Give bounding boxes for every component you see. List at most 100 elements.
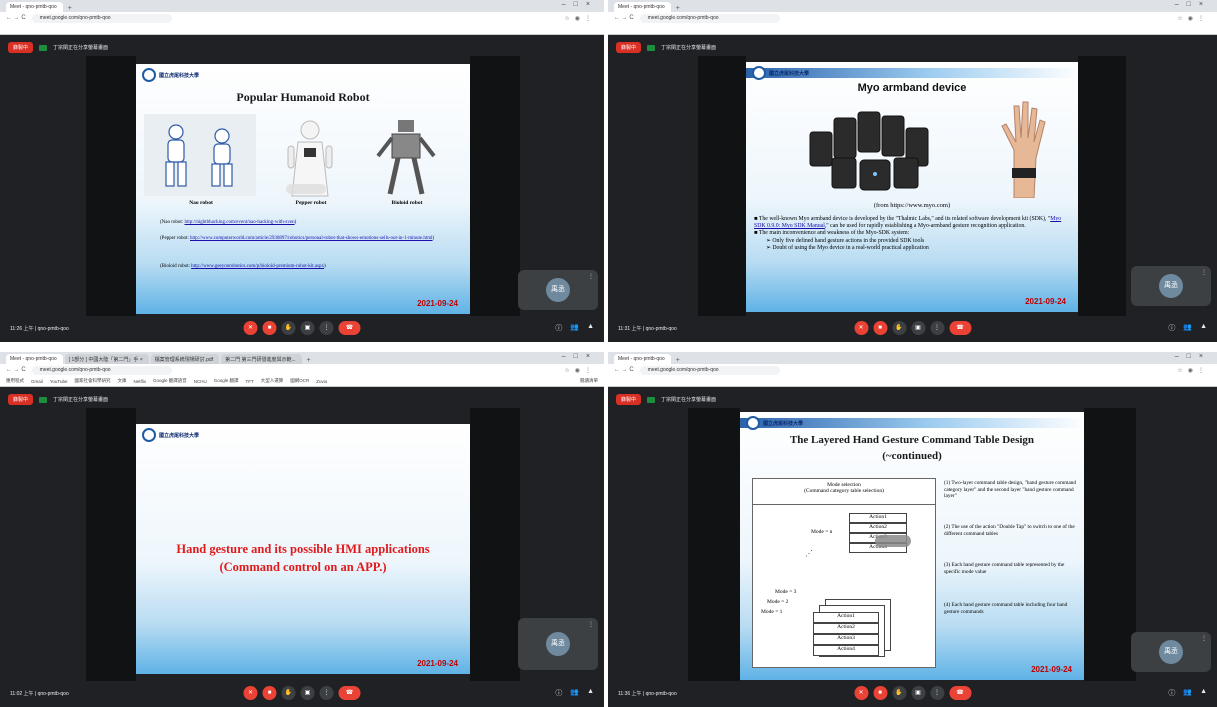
participant-tile[interactable]: ⋮ 禹丞 [1131,632,1211,672]
bookmark[interactable]: 國家社會科學研究 [74,378,110,384]
window-controls-icon[interactable]: –□× [562,1,598,8]
reading-list[interactable]: 閱讀清單 [580,378,598,384]
browser-tab[interactable]: Meet - qno-pmtb-qoo [614,2,671,12]
nao-link[interactable]: http://nightbhacking.com/event/nao-hacki… [184,220,294,225]
bookmark[interactable]: NCHU [194,379,207,384]
slide-date: 2021-09-24 [1031,665,1072,674]
new-tab-icon[interactable]: + [673,5,683,12]
presenting-bar: 錄製中 丁宗閔正在分享螢幕畫面 [616,42,716,53]
mic-off-button[interactable]: ✕ [854,321,868,335]
more-options-button[interactable]: ⋮ [319,321,334,335]
address-bar[interactable]: meet.google.com/qno-pmtb-qoo [31,13,172,23]
new-tab-icon[interactable]: + [304,357,314,364]
link-suffix: ) [294,220,297,225]
end-call-button[interactable]: ☎ [949,686,971,700]
people-icon[interactable]: 👥 [570,688,579,698]
window-controls-icon[interactable]: –□× [1175,1,1211,8]
address-bar[interactable]: meet.google.com/qno-pmtb-qoo [639,13,780,23]
more-options-button[interactable]: ⋮ [930,321,944,335]
bookmark[interactable]: Google 翻譯語音 [153,378,187,384]
omnibox-row: ← → C meet.google.com/qno-pmtb-qoo ☆◉⋮ [608,364,1217,376]
participant-tile[interactable]: ⋮ 禹丞 [1131,266,1211,306]
bookmark[interactable]: 文庫 [117,378,126,384]
institution-name: 國立虎尾科技大學 [159,72,200,79]
nav-arrows-icon[interactable]: ← → C [614,15,634,21]
extensions-icon[interactable]: ☆◉⋮ [564,367,596,374]
info-icon[interactable]: ⓘ [555,323,562,333]
mic-off-button[interactable]: ✕ [243,321,258,335]
raise-hand-button[interactable]: ✋ [281,321,296,335]
present-button[interactable]: ▣ [911,686,925,700]
window-controls-icon[interactable]: –□× [1175,353,1211,360]
browser-tab[interactable]: 第二門 第三門研發進度與示範... [221,354,302,364]
new-tab-icon[interactable]: + [673,357,683,364]
present-button[interactable]: ▣ [300,686,315,700]
info-icon[interactable]: ⓘ [555,688,562,698]
camera-off-button[interactable]: ■ [873,686,887,700]
info-icon[interactable]: ⓘ [1168,323,1175,333]
participant-tile[interactable]: ⋮ 禹丞 [518,618,598,670]
camera-off-button[interactable]: ■ [262,321,277,335]
address-bar[interactable]: meet.google.com/qno-pmtb-qoo [31,365,172,375]
mic-off-button[interactable]: ✕ [854,686,868,700]
recording-badge: 錄製中 [616,42,642,53]
slide-title: Popular Humanoid Robot [236,90,370,104]
camera-off-button[interactable]: ■ [262,686,277,700]
browser-tab[interactable]: Meet - qno-pmtb-qoo [6,354,63,364]
pepper-link[interactable]: http://www.computerworld.com/article/293… [190,236,433,241]
bookmark[interactable]: Zuvio [316,379,327,384]
browser-chrome: Meet - qno-pmtb-qoo + –□× ← → C meet.goo… [608,0,1217,35]
people-icon[interactable]: 👥 [1183,688,1192,698]
bookmark[interactable]: Netflix [133,379,146,384]
end-call-button[interactable]: ☎ [338,321,361,335]
mode-selection-subtitle: (Command category table selection) [804,488,884,494]
bookmark[interactable]: TFT [246,379,254,384]
activities-icon[interactable]: ▲ [1200,323,1207,333]
info-icon[interactable]: ⓘ [1168,688,1175,698]
present-button[interactable]: ▣ [911,321,925,335]
presenting-label: 丁宗閔正在分享螢幕畫面 [661,45,717,51]
bookmark[interactable]: Google 翻譯 [214,378,239,384]
bookmark[interactable]: 應用程式 [6,378,24,384]
bookmark[interactable]: 大型人運算 [261,378,284,384]
browser-tab[interactable]: [ 1部分 ] 中國大陸「第二門」手 × [64,354,149,364]
participant-tile[interactable]: ⋮ 禹丞 [518,270,598,310]
bookmark[interactable]: Gmail [31,379,43,384]
nav-arrows-icon[interactable]: ← → C [614,367,634,373]
side-controls: ⓘ 👥 ▲ [555,688,594,698]
bookmark[interactable]: YouTube [50,379,68,384]
more-options-button[interactable]: ⋮ [319,686,334,700]
raise-hand-button[interactable]: ✋ [892,321,906,335]
camera-off-button[interactable]: ■ [873,321,887,335]
sub-bullet-2: ➢ Doubt of using the Myo device in a rea… [766,244,929,251]
raise-hand-button[interactable]: ✋ [281,686,296,700]
more-options-button[interactable]: ⋮ [930,686,944,700]
people-icon[interactable]: 👥 [1183,323,1192,333]
diagram: Mode selection (Command category table s… [752,478,936,668]
extensions-icon[interactable]: ☆◉⋮ [1177,15,1209,22]
nav-arrows-icon[interactable]: ← → C [6,15,26,21]
meeting-info: 11:02 上午 | qno-pmtb-qoo [10,691,69,697]
activities-icon[interactable]: ▲ [587,323,594,333]
new-tab-icon[interactable]: + [65,5,75,12]
mic-off-button[interactable]: ✕ [243,686,258,700]
address-bar[interactable]: meet.google.com/qno-pmtb-qoo [639,365,780,375]
present-button[interactable]: ▣ [300,321,315,335]
people-icon[interactable]: 👥 [570,323,579,333]
end-call-button[interactable]: ☎ [338,686,361,700]
bioloid-link[interactable]: http://www.geeyonrobotics.com/p/bioloid-… [191,264,324,269]
extensions-icon[interactable]: ☆◉⋮ [564,15,596,22]
activities-icon[interactable]: ▲ [587,688,594,698]
raise-hand-button[interactable]: ✋ [892,686,906,700]
browser-tab[interactable]: 檔案管理系統現場研討.pdf [150,354,220,364]
activities-icon[interactable]: ▲ [1200,688,1207,698]
action-cell: Action2 [849,523,907,533]
slide-heading-2: (Command control on an APP.) [219,560,387,574]
end-call-button[interactable]: ☎ [949,321,971,335]
extensions-icon[interactable]: ☆◉⋮ [1177,367,1209,374]
bookmark[interactable]: 國網OCR [290,378,309,384]
nav-arrows-icon[interactable]: ← → C [6,367,26,373]
window-controls-icon[interactable]: –□× [562,353,598,360]
browser-tab[interactable]: Meet - qno-pmtb-qoo [614,354,671,364]
browser-tab[interactable]: Meet - qno-pmtb-qoo [6,2,63,12]
